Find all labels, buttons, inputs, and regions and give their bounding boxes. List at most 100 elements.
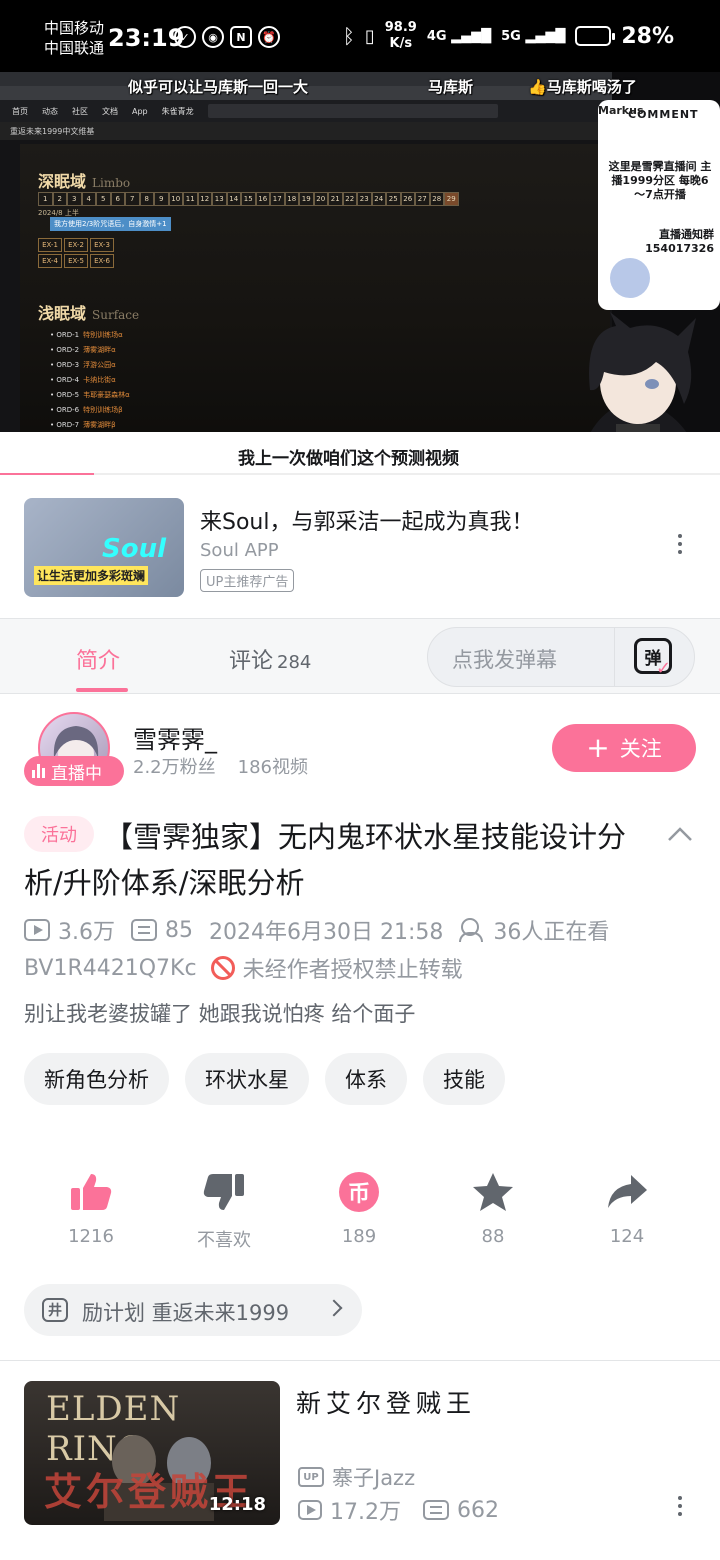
- limbo-number-cell: 12: [197, 192, 212, 206]
- limbo-heading: 深眠域 Limbo: [38, 172, 131, 191]
- ord-item: • ORD-1 特别训练场α: [50, 331, 123, 339]
- wiki-nav-item: 首页: [12, 106, 28, 116]
- follow-button[interactable]: + 关注: [552, 724, 696, 772]
- limbo-number-cell: 21: [328, 192, 343, 206]
- ex-grid: EX-1 EX-2 EX-3 EX-4 EX-5 EX-6: [38, 238, 114, 268]
- video-count: 186视频: [237, 757, 308, 778]
- tag-chip[interactable]: 环状水星: [185, 1053, 309, 1105]
- wiki-nav: 首页 动态 社区 文档 App 朱雀青龙: [0, 100, 612, 122]
- section-divider: [0, 1360, 720, 1361]
- ord-item: • ORD-2 薄雾湖畔α: [50, 346, 116, 354]
- wiki-nav-item: 动态: [42, 106, 58, 116]
- group-info-text: 直播通知群 154017326: [645, 228, 714, 255]
- video-player[interactable]: 首页 动态 社区 文档 App 朱雀青龙 重返未来1999中文维基 深眠域 Lim…: [0, 72, 720, 475]
- favorite-count: 88: [481, 1226, 505, 1247]
- more-options-icon[interactable]: [668, 534, 692, 564]
- tag-chip[interactable]: 新角色分析: [24, 1053, 169, 1105]
- screen-capture: 首页 动态 社区 文档 App 朱雀青龙 重返未来1999中文维基 深眠域 Lim…: [0, 72, 612, 432]
- coin-count: 189: [341, 1226, 377, 1247]
- danmaku-count: 85: [165, 917, 193, 943]
- danmaku-comment: 马库斯: [428, 78, 474, 96]
- carrier-info: 中国移动 中国联通: [44, 18, 104, 58]
- video-meta-2: BV1R4421Q7Kc 未经作者授权禁止转载: [24, 952, 463, 984]
- eye-icon: ◉: [202, 26, 224, 48]
- author-name[interactable]: 雪霁霁_: [133, 720, 217, 755]
- limbo-number-cell: 18: [284, 192, 299, 206]
- share-button[interactable]: 124: [572, 1168, 682, 1247]
- danmaku-input[interactable]: 点我发弹幕 弹 ✓: [427, 627, 695, 687]
- incentive-plan-chip[interactable]: 井 励计划 重返未来1999: [24, 1284, 362, 1336]
- coin-icon: 币: [339, 1172, 379, 1212]
- network-speed: 98.9 K/s: [384, 20, 417, 51]
- ad-subtitle: Soul APP: [200, 540, 279, 561]
- ord-item: • ORD-3 浮游公园α: [50, 361, 116, 369]
- vibrate-icon: ▯: [364, 25, 375, 47]
- limbo-number-cell: 15: [241, 192, 256, 206]
- battery-percent: 28%: [621, 23, 674, 49]
- limbo-number-cell: 22: [342, 192, 357, 206]
- limbo-number-row: 1 2 3 4 5 6 7 8 9 10 11 12 13 14 15 16 17 18 19 20 21 22 23 24 2…: [38, 192, 459, 206]
- live-badge[interactable]: 直播中: [24, 756, 124, 786]
- live-bars-icon: [32, 764, 45, 778]
- ad-thumb-caption: 让生活更加多彩斑斓: [34, 566, 149, 585]
- limbo-number-cell: 20: [313, 192, 328, 206]
- ex-button: EX-2: [64, 238, 88, 252]
- danmaku-comment: 似乎可以让马库斯一回一大: [128, 78, 309, 96]
- notification-icons: ✓ ◉ N ⏰: [174, 26, 280, 48]
- more-options-icon[interactable]: [668, 1496, 692, 1526]
- progress-bar[interactable]: [0, 473, 720, 475]
- publish-date: 2024年6月30日 21:58: [209, 920, 444, 945]
- video-title: 【雪霁独家】无内鬼环状水星技能设计分析/升阶体系/深眠分析: [24, 820, 627, 900]
- tab-comments[interactable]: 评论 284: [229, 643, 311, 675]
- video-subtitle: 我上一次做咱们这个预测视频: [238, 449, 459, 469]
- limbo-number-cell: 26: [400, 192, 415, 206]
- nfc-icon: N: [230, 26, 252, 48]
- author-stats: 2.2万粉丝 186视频: [133, 753, 308, 779]
- bvid[interactable]: BV1R4421Q7Kc: [24, 956, 197, 981]
- ex-button: EX-3: [90, 238, 114, 252]
- limbo-number-cell: 5: [96, 192, 111, 206]
- play-count-icon: [298, 1500, 322, 1520]
- fans-count: 2.2万粉丝: [133, 757, 216, 778]
- forbidden-icon: [210, 956, 235, 980]
- chevron-up-icon[interactable]: [666, 824, 694, 844]
- related-stats: 17.2万 662: [298, 1494, 499, 1526]
- share-icon: [608, 1175, 647, 1208]
- limbo-number-cell: 25: [386, 192, 401, 206]
- tab-intro[interactable]: 简介: [76, 643, 120, 675]
- signal-4g-icon: 4G ▂▄▆█: [426, 28, 492, 44]
- danmaku-count-icon: [131, 919, 157, 941]
- favorite-button[interactable]: 88: [438, 1168, 548, 1247]
- check-icon: ✓: [656, 658, 672, 679]
- battery-icon: [575, 26, 616, 46]
- limbo-number-cell: 2: [52, 192, 67, 206]
- ad-card[interactable]: Soul 让生活更加多彩斑斓 来Soul，与郭采洁一起成为真我！ Soul AP…: [0, 476, 720, 618]
- related-video-thumbnail[interactable]: ELDEN RING 艾尔登贼王 12:18: [24, 1381, 280, 1525]
- bluetooth-icon: ᛒ: [342, 24, 355, 48]
- copyright-notice: 未经作者授权禁止转载: [242, 958, 463, 983]
- play-count-icon: [24, 919, 50, 941]
- dislike-button[interactable]: 不喜欢: [169, 1168, 279, 1252]
- related-play-count: 17.2万: [330, 1500, 401, 1525]
- like-button[interactable]: 1216: [36, 1168, 146, 1247]
- limbo-number-cell: 9: [154, 192, 169, 206]
- limbo-number-cell: 28: [429, 192, 444, 206]
- video-description: 别让我老婆拔罐了 她跟我说怕疼 给个面子: [24, 1002, 416, 1026]
- carrier-2: 中国联通: [44, 39, 105, 57]
- tag-chip[interactable]: 技能: [423, 1053, 505, 1105]
- action-bar: 1216 不喜欢 币 189 88 124: [24, 1168, 696, 1252]
- ad-title[interactable]: 来Soul，与郭采洁一起成为真我！: [200, 504, 533, 536]
- coin-button[interactable]: 币 189: [304, 1168, 414, 1247]
- tab-active-indicator: [76, 688, 128, 692]
- danmaku-comment: 👍马库斯喝汤了: [528, 78, 637, 96]
- limbo-number-cell: 24: [371, 192, 386, 206]
- tag-chip[interactable]: 体系: [325, 1053, 407, 1105]
- related-video-title[interactable]: 新艾尔登贼王: [296, 1384, 476, 1420]
- status-bar: 中国移动 中国联通 23:19 ✓ ◉ N ⏰ ᛒ ▯ 98.9 K/s 4G …: [0, 0, 720, 72]
- limbo-number-cell: 10: [168, 192, 183, 206]
- limbo-number-cell: 7: [125, 192, 140, 206]
- related-uploader[interactable]: UP 寨子Jazz: [298, 1462, 415, 1492]
- related-danmaku-count: 662: [457, 1497, 499, 1523]
- ad-thumbnail[interactable]: Soul 让生活更加多彩斑斓: [24, 498, 184, 597]
- uploader-name: 寨子Jazz: [332, 1466, 416, 1490]
